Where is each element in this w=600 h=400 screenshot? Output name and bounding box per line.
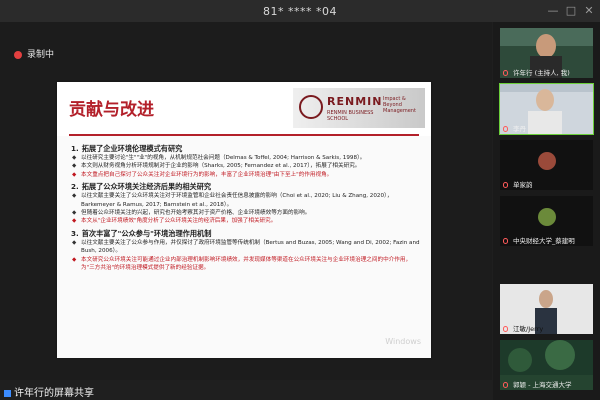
bullet: ◆ 但随着公众环境关注的兴起，研究也开始考察其对于资产价格、企业环境绩效等方面的影… — [71, 209, 421, 217]
mic-muted-icon — [503, 70, 508, 76]
bullet-highlight: ◆ 本文从"企业环境绩效"角度分析了公众环境关注的经济后果，加强了相关研究。 — [71, 217, 421, 225]
section-heading: 2. 拓展了公众环境关注经济后果的相关研究 — [71, 182, 421, 192]
section-heading-text: 拓展了公众环境关注经济后果的相关研究 — [81, 182, 212, 192]
bullet-text: 本文从"企业环境绩效"角度分析了公众环境关注的经济后果，加强了相关研究。 — [81, 218, 277, 225]
participant-name: 中央财经大学_蔡建明 — [513, 237, 575, 245]
participant-name: 许年行 (主持人, 我) — [513, 69, 570, 77]
diamond-bullet-icon: ◆ — [72, 163, 77, 170]
bullet-highlight: ◆ 本文研究公众环境关注可能通过企业内部治理机制影响环境绩效，并发现媒体等渠道在公… — [71, 256, 421, 273]
presentation-slide: 贡献与改进 RENMIN RENMIN BUSINESS SCHOOL Impa… — [57, 82, 431, 358]
logo-name: RENMIN — [327, 95, 383, 108]
slide-title: 贡献与改进 — [69, 100, 154, 120]
mic-muted-icon — [503, 182, 508, 188]
bottom-bar: 许年行的屏幕共享 — [0, 380, 493, 400]
shared-screen-area: 贡献与改进 RENMIN RENMIN BUSINESS SCHOOL Impa… — [0, 22, 492, 388]
participant-tile[interactable]: 江敏/Jerry — [500, 284, 593, 334]
bullet: ◆ 以往文献主要关注了公众参与作用，并仅探讨了政府环境监管等传统机制（Bertus… — [71, 239, 421, 256]
windows-watermark: Windows — [385, 337, 421, 346]
bullet-text: 本文研究公众环境关注可能通过企业内部治理机制影响环境绩效，并发现媒体等渠道在公众… — [81, 256, 412, 272]
recording-label: 录制中 — [27, 50, 55, 60]
participant-name: 单家韵 — [513, 181, 533, 189]
bullet-text: 以往文献主要关注了公众参与作用，并仅探讨了政府环境监管等传统机制（Bertus … — [81, 239, 420, 255]
logo-tagline: Impact & Beyond Management — [383, 96, 416, 114]
section-number: 2. — [71, 182, 79, 192]
diamond-bullet-icon: ◆ — [72, 171, 77, 178]
renmin-logo: RENMIN RENMIN BUSINESS SCHOOL Impact & B… — [293, 88, 425, 128]
participant-name: 郭颖 - 上海交通大学 — [513, 381, 572, 389]
screen-share-text: 许年行的屏幕共享 — [14, 388, 94, 399]
participant-tile[interactable]: 郭颖 - 上海交通大学 — [500, 340, 593, 390]
slide-content: 1. 拓展了企业环境伦理模式有研究 ◆ 以往研究主要讨论"生""业"的视角，从机制规… — [71, 144, 421, 275]
bullet-text: 本文则从财务视角分析环境规制对于企业的影响（Sharks, 2005; Fern… — [81, 163, 361, 170]
maximize-icon[interactable]: □ — [564, 4, 578, 18]
mic-muted-icon — [503, 238, 508, 244]
record-dot-icon — [14, 50, 22, 59]
diamond-bullet-icon: ◆ — [72, 256, 77, 263]
participant-name: 李丹 — [513, 125, 526, 133]
participant-tile[interactable]: 中央财经大学_蔡建明 — [500, 196, 593, 246]
diamond-bullet-icon: ◆ — [72, 155, 77, 161]
bullet-text: 以往研究主要讨论"生""业"的视角，从机制规范社会问题（Delmas & Tof… — [81, 155, 366, 161]
section-heading-text: 首次丰富了"公众参与"环境治理作用机制 — [81, 228, 212, 238]
bullet-text: 以往文献主要关注了公众环境关注对于环境监管和企业社会责任信息披露的影响（Choi… — [81, 193, 393, 208]
title-divider — [69, 134, 419, 136]
participant-gallery: 许年行 (主持人, 我) 李丹 单家韵 中央财经大学_蔡建明 江敏/Jerry — [493, 22, 600, 400]
section-number: 3. — [71, 228, 79, 238]
section-number: 1. — [71, 144, 79, 153]
diamond-bullet-icon: ◆ — [72, 239, 77, 246]
bullet: ◆ 以往研究主要讨论"生""业"的视角，从机制规范社会问题（Delmas & To… — [71, 154, 421, 162]
bullet-text: 但随着公众环境关注的兴起，研究也开始考察其对于资产价格、企业环境绩效等方面的影响… — [81, 210, 311, 217]
section-heading: 3. 首次丰富了"公众参与"环境治理作用机制 — [71, 229, 421, 239]
bullet: ◆ 本文则从财务视角分析环境规制对于企业的影响（Sharks, 2005; Fer… — [71, 162, 421, 170]
slide-header: 贡献与改进 RENMIN RENMIN BUSINESS SCHOOL Impa… — [57, 82, 431, 136]
diamond-bullet-icon: ◆ — [72, 193, 77, 200]
diamond-bullet-icon: ◆ — [72, 210, 77, 217]
mic-muted-icon — [503, 326, 508, 332]
section-3: 3. 首次丰富了"公众参与"环境治理作用机制 ◆ 以往文献主要关注了公众参与作用，并… — [71, 229, 421, 273]
section-2: 2. 拓展了公众环境关注经济后果的相关研究 ◆ 以往文献主要关注了公众环境关注对于环… — [71, 182, 421, 226]
screen-share-icon — [4, 389, 11, 397]
mic-muted-icon — [503, 382, 508, 388]
logo-subtitle: RENMIN BUSINESS SCHOOL — [327, 110, 374, 122]
bullet-text: 本文重点把自己探讨了公众关注对企业环境行为的影响，丰富了企业环境治理"由下至上"… — [81, 171, 333, 178]
participant-tile[interactable]: 许年行 (主持人, 我) — [500, 28, 593, 78]
bullet: ◆ 以往文献主要关注了公众环境关注对于环境监管和企业社会责任信息披露的影响（Cho… — [71, 192, 421, 209]
title-bar: 81* **** *04 — □ ✕ — [0, 0, 600, 22]
minimize-icon[interactable]: — — [546, 4, 560, 18]
participant-tile[interactable]: 李丹 — [499, 83, 594, 135]
participant-tile[interactable]: 单家韵 — [500, 140, 593, 190]
bullet-highlight: ◆ 本文重点把自己探讨了公众关注对企业环境行为的影响，丰富了企业环境治理"由下至上… — [71, 171, 421, 179]
diamond-bullet-icon: ◆ — [72, 218, 77, 225]
avatar — [538, 208, 556, 226]
close-icon[interactable]: ✕ — [582, 4, 596, 18]
mic-icon — [503, 126, 508, 132]
section-1: 1. 拓展了企业环境伦理模式有研究 ◆ 以往研究主要讨论"生""业"的视角，从机制规… — [71, 144, 421, 179]
recording-indicator[interactable]: 录制中 — [14, 47, 54, 60]
participant-name: 江敏/Jerry — [513, 325, 544, 333]
avatar — [538, 152, 556, 170]
logo-emblem-icon — [299, 95, 323, 119]
section-heading: 1. 拓展了企业环境伦理模式有研究 — [71, 144, 421, 154]
screen-share-label[interactable]: 许年行的屏幕共享 — [4, 384, 94, 399]
section-heading-text: 拓展了企业环境伦理模式有研究 — [81, 144, 183, 153]
meeting-id: 81* **** *04 — [263, 5, 337, 18]
